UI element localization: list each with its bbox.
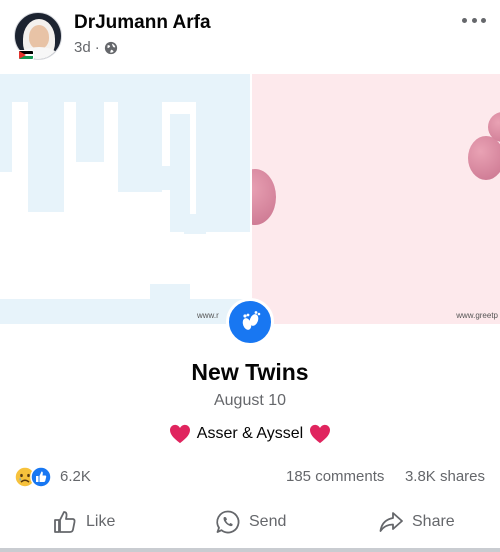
post-stats: 6.2K 185 comments 3.8K shares xyxy=(0,463,500,491)
like-reaction-icon xyxy=(30,466,52,488)
like-label: Like xyxy=(86,513,116,530)
share-button[interactable]: Share xyxy=(378,500,455,544)
comments-count[interactable]: 185 comments xyxy=(286,468,384,485)
post-time[interactable]: 3d xyxy=(74,39,91,56)
event-media[interactable]: www.r www.greetp xyxy=(0,74,500,324)
meta-separator: · xyxy=(94,39,100,56)
globe-icon xyxy=(104,41,117,54)
baby-feet-icon xyxy=(226,298,274,346)
watermark-right: www.greetp xyxy=(456,311,498,320)
thumbs-up-icon xyxy=(54,511,76,533)
share-label: Share xyxy=(412,513,455,530)
palestine-flag-icon xyxy=(18,50,34,60)
media-left-image xyxy=(0,74,250,324)
send-label: Send xyxy=(249,513,287,530)
share-arrow-icon xyxy=(379,512,403,532)
event-names-line: Asser & Ayssel xyxy=(0,424,500,444)
like-button[interactable]: Like xyxy=(52,500,115,544)
post-meta: 3d · xyxy=(74,39,118,56)
post-divider xyxy=(0,548,500,552)
watermark-left: www.r xyxy=(197,311,219,320)
media-right-image xyxy=(252,74,500,324)
reaction-icons[interactable] xyxy=(14,466,56,488)
send-button[interactable]: Send xyxy=(215,500,286,544)
baby-names: Asser & Ayssel xyxy=(196,425,304,442)
shares-count[interactable]: 3.8K shares xyxy=(405,468,485,485)
post-header: DrJumann Arfa 3d · xyxy=(0,0,500,72)
event-title: New Twins xyxy=(191,359,309,385)
action-bar: Like Send Share xyxy=(0,500,500,544)
heart-icon xyxy=(310,424,331,444)
heart-icon xyxy=(169,424,190,444)
event-date: August 10 xyxy=(213,392,287,409)
more-options-icon[interactable] xyxy=(462,14,486,26)
reaction-count[interactable]: 6.2K xyxy=(60,468,91,485)
whatsapp-icon xyxy=(216,510,240,534)
author-name[interactable]: DrJumann Arfa xyxy=(74,12,211,34)
